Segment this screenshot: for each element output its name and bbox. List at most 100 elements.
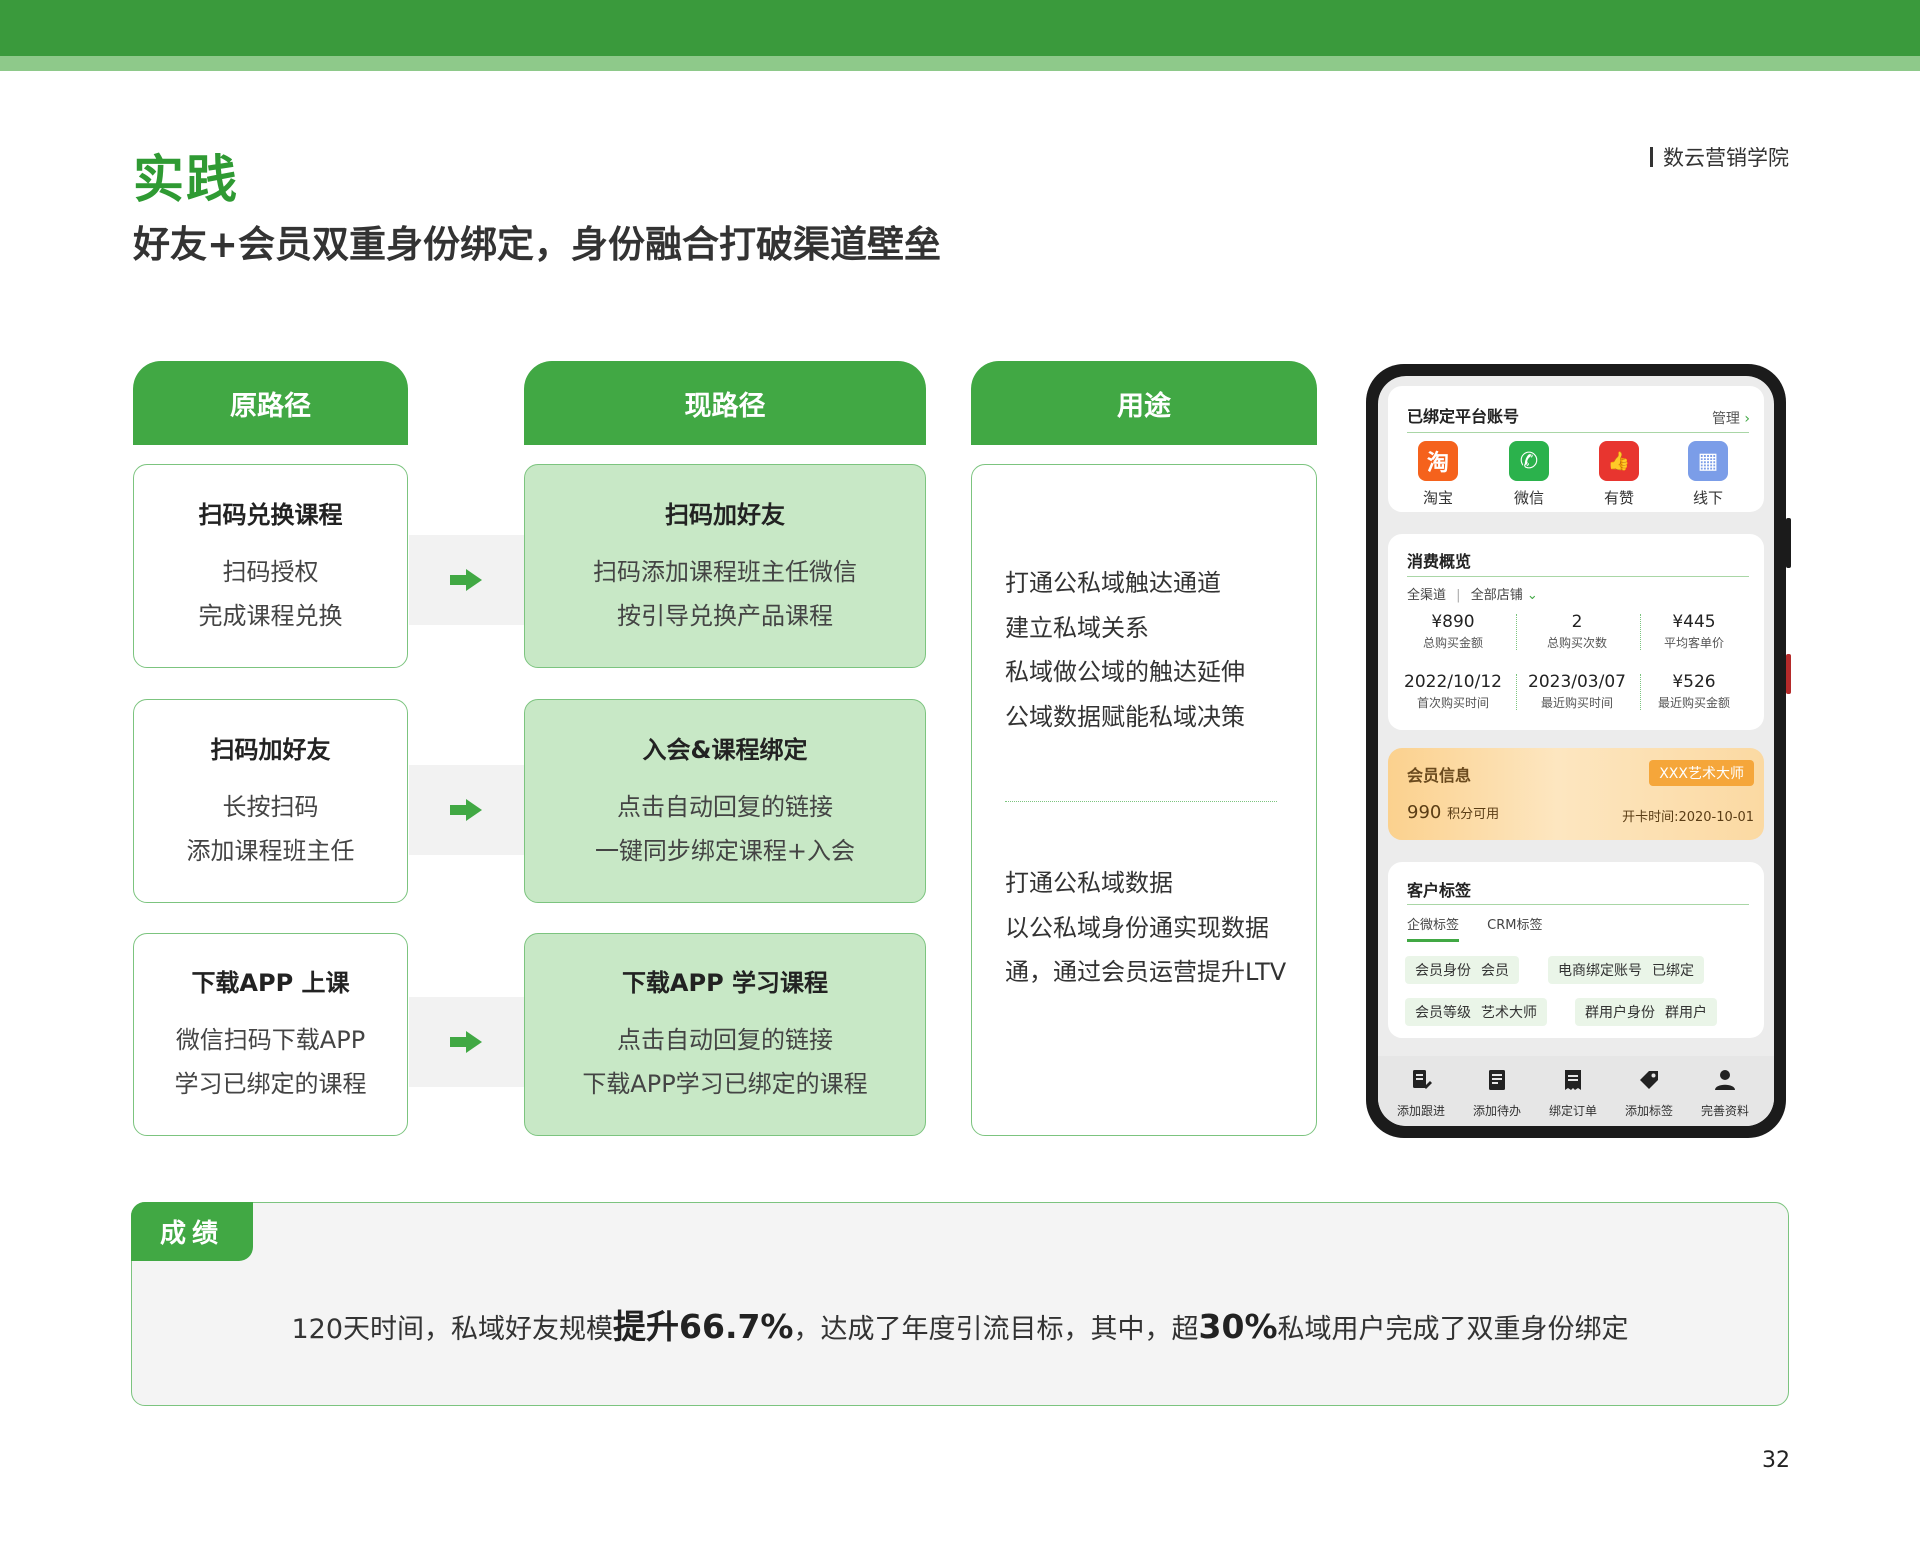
- manage-label: 管理: [1711, 411, 1740, 427]
- member-card: 会员信息 XXX艺术大师 990 积分可用 开卡时间:2020-10-01: [1388, 748, 1764, 840]
- stat-label: 最近购买时间: [1540, 696, 1613, 710]
- path-connector: [409, 535, 524, 625]
- page-number: 32: [1762, 1448, 1790, 1473]
- member-points: 990 积分可用: [1407, 802, 1499, 823]
- add-todo-button[interactable]: 添加待办: [1462, 1068, 1532, 1119]
- card-line: 扫码添加课程班主任微信: [593, 557, 857, 586]
- member-since: 开卡时间:2020-10-01: [1622, 810, 1754, 825]
- stat-value: ¥445: [1672, 612, 1716, 632]
- path-connector: [409, 997, 524, 1087]
- tag-chip: 会员等级 艺术大师: [1405, 998, 1547, 1026]
- tag-key: 会员等级: [1415, 1005, 1471, 1021]
- platform-wechat[interactable]: ✆ 微信: [1499, 441, 1559, 508]
- taobao-icon: 淘: [1418, 441, 1458, 481]
- tab-wecom-tags[interactable]: 企微标签: [1407, 918, 1460, 942]
- filter-store[interactable]: 全部店铺: [1471, 588, 1523, 603]
- consumption-card: 消费概览 全渠道 | 全部店铺 ⌄ ¥890 总购买金额 2 总购买次数 ¥44…: [1388, 534, 1764, 730]
- tag-key: 电商绑定账号: [1558, 963, 1642, 979]
- card-title: 客户标签: [1407, 881, 1472, 900]
- tag-value: 艺术大师: [1481, 1005, 1537, 1021]
- bind-order-button[interactable]: 绑定订单: [1538, 1068, 1608, 1119]
- header-usage: 用途: [971, 361, 1317, 445]
- original-path-card: 扫码兑换课程 扫码授权 完成课程兑换: [133, 464, 408, 668]
- card-line: 扫码授权: [222, 557, 319, 586]
- tag-chip: 电商绑定账号 已绑定: [1548, 956, 1704, 984]
- page-subtitle: 好友+会员双重身份绑定，身份融合打破渠道壁垒: [133, 223, 942, 266]
- chevron-down-icon: ⌄: [1526, 588, 1538, 603]
- platform-offline[interactable]: ▦ 线下: [1678, 441, 1738, 508]
- tool-label: 完善资料: [1700, 1104, 1749, 1118]
- arrow-right-icon: [449, 569, 484, 591]
- add-followup-button[interactable]: 添加跟进: [1386, 1068, 1456, 1119]
- platform-youzan[interactable]: 👍 有赞: [1589, 441, 1649, 508]
- header-current-path: 现路径: [524, 361, 926, 445]
- platform-name: 微信: [1513, 489, 1544, 507]
- phone-screen: 已绑定平台账号 管理 › 淘 淘宝 ✆ 微信 👍 有赞 ▦ 线下 消费概览 全渠…: [1378, 376, 1774, 1126]
- manage-link[interactable]: 管理 ›: [1712, 408, 1750, 428]
- usage-line: 公域数据赋能私域决策: [1005, 702, 1245, 731]
- current-path-card: 下载APP 学习课程 点击自动回复的链接 下载APP学习已绑定的课程: [524, 933, 926, 1136]
- stat-value: ¥526: [1672, 672, 1716, 692]
- platform-name: 有赞: [1603, 489, 1634, 507]
- card-line: 一键同步绑定课程+入会: [594, 836, 856, 865]
- thumbs-up-icon: 👍: [1599, 441, 1639, 481]
- stat-total-count: 2 总购买次数: [1517, 612, 1637, 651]
- usage-line: 建立私域关系: [1005, 613, 1149, 642]
- action-toolbar: 添加跟进 添加待办 绑定订单 添加标签 完善资料: [1378, 1056, 1774, 1126]
- filter-separator: |: [1456, 588, 1461, 603]
- card-line: 完成课程兑换: [198, 601, 343, 630]
- filter-channel[interactable]: 全渠道: [1407, 588, 1446, 603]
- usage-divider: [1005, 801, 1277, 802]
- tag-value: 已绑定: [1652, 963, 1694, 979]
- usage-card: 打通公私域触达通道 建立私域关系 私域做公域的触达延伸 公域数据赋能私域决策 打…: [971, 464, 1317, 1136]
- add-tag-button[interactable]: 添加标签: [1614, 1068, 1684, 1119]
- path-connector: [409, 765, 524, 855]
- current-path-card: 扫码加好友 扫码添加课程班主任微信 按引导兑换产品课程: [524, 464, 926, 668]
- top-band-accent: [0, 56, 1920, 71]
- tag-value: 群用户: [1665, 1005, 1707, 1021]
- card-rule: [1407, 904, 1749, 905]
- stat-last-amount: ¥526 最近购买金额: [1634, 672, 1754, 711]
- card-title: 扫码加好友: [665, 500, 785, 529]
- card-title: 已绑定平台账号: [1407, 407, 1520, 426]
- member-level-badge: XXX艺术大师: [1649, 760, 1754, 786]
- points-value: 990: [1407, 802, 1442, 823]
- result-text-part: 私域用户完成了双重身份绑定: [1277, 1314, 1629, 1345]
- card-line: 添加课程班主任: [186, 836, 355, 865]
- complete-profile-button[interactable]: 完善资料: [1690, 1068, 1760, 1119]
- stat-value: ¥890: [1431, 612, 1475, 632]
- card-title: 扫码加好友: [210, 735, 331, 764]
- phone-mockup: 已绑定平台账号 管理 › 淘 淘宝 ✆ 微信 👍 有赞 ▦ 线下 消费概览 全渠…: [1366, 364, 1791, 1138]
- tag-key: 会员身份: [1415, 963, 1471, 979]
- tag-tabs: 企微标签 CRM标签: [1407, 914, 1542, 942]
- card-line: 点击自动回复的链接: [617, 792, 833, 821]
- tag-key: 群用户身份: [1585, 1005, 1655, 1021]
- card-rule: [1407, 576, 1749, 577]
- tool-label: 绑定订单: [1548, 1104, 1597, 1118]
- brand-text: 数云营销学院: [1663, 146, 1789, 170]
- result-tag: 成绩: [131, 1202, 253, 1261]
- brand-label: 数云营销学院: [1650, 142, 1789, 172]
- stat-label: 最近购买金额: [1657, 696, 1730, 710]
- store-icon: ▦: [1688, 441, 1728, 481]
- header-original-path: 原路径: [133, 361, 408, 445]
- arrow-right-icon: [449, 1031, 484, 1053]
- platform-taobao[interactable]: 淘 淘宝: [1408, 441, 1468, 508]
- stat-label: 首次购买时间: [1416, 696, 1489, 710]
- usage-group-reach: 打通公私域触达通道 建立私域关系 私域做公域的触达延伸 公域数据赋能私域决策: [1005, 561, 1245, 739]
- stat-value: 2023/03/07: [1528, 672, 1626, 692]
- stat-avg-price: ¥445 平均客单价: [1634, 612, 1754, 651]
- card-title: 扫码兑换课程: [198, 500, 343, 529]
- bound-accounts-card: 已绑定平台账号 管理 › 淘 淘宝 ✆ 微信 👍 有赞 ▦ 线下: [1388, 386, 1764, 512]
- tag-chip: 群用户身份 群用户: [1575, 998, 1717, 1026]
- result-text: 120天时间，私域好友规模提升66.7%，达成了年度引流目标，其中，超30%私域…: [132, 1300, 1788, 1348]
- card-line: 点击自动回复的链接: [617, 1026, 833, 1054]
- points-label: 积分可用: [1447, 807, 1500, 822]
- consumption-filter[interactable]: 全渠道 | 全部店铺 ⌄: [1407, 584, 1538, 603]
- card-title: 下载APP 学习课程: [621, 969, 829, 997]
- receipt-icon: [1565, 1070, 1581, 1090]
- result-highlight: 30%: [1198, 1307, 1278, 1346]
- current-path-card: 入会&课程绑定 点击自动回复的链接 一键同步绑定课程+入会: [524, 699, 926, 903]
- stat-value: 2022/10/12: [1404, 672, 1502, 692]
- tab-crm-tags[interactable]: CRM标签: [1487, 918, 1542, 933]
